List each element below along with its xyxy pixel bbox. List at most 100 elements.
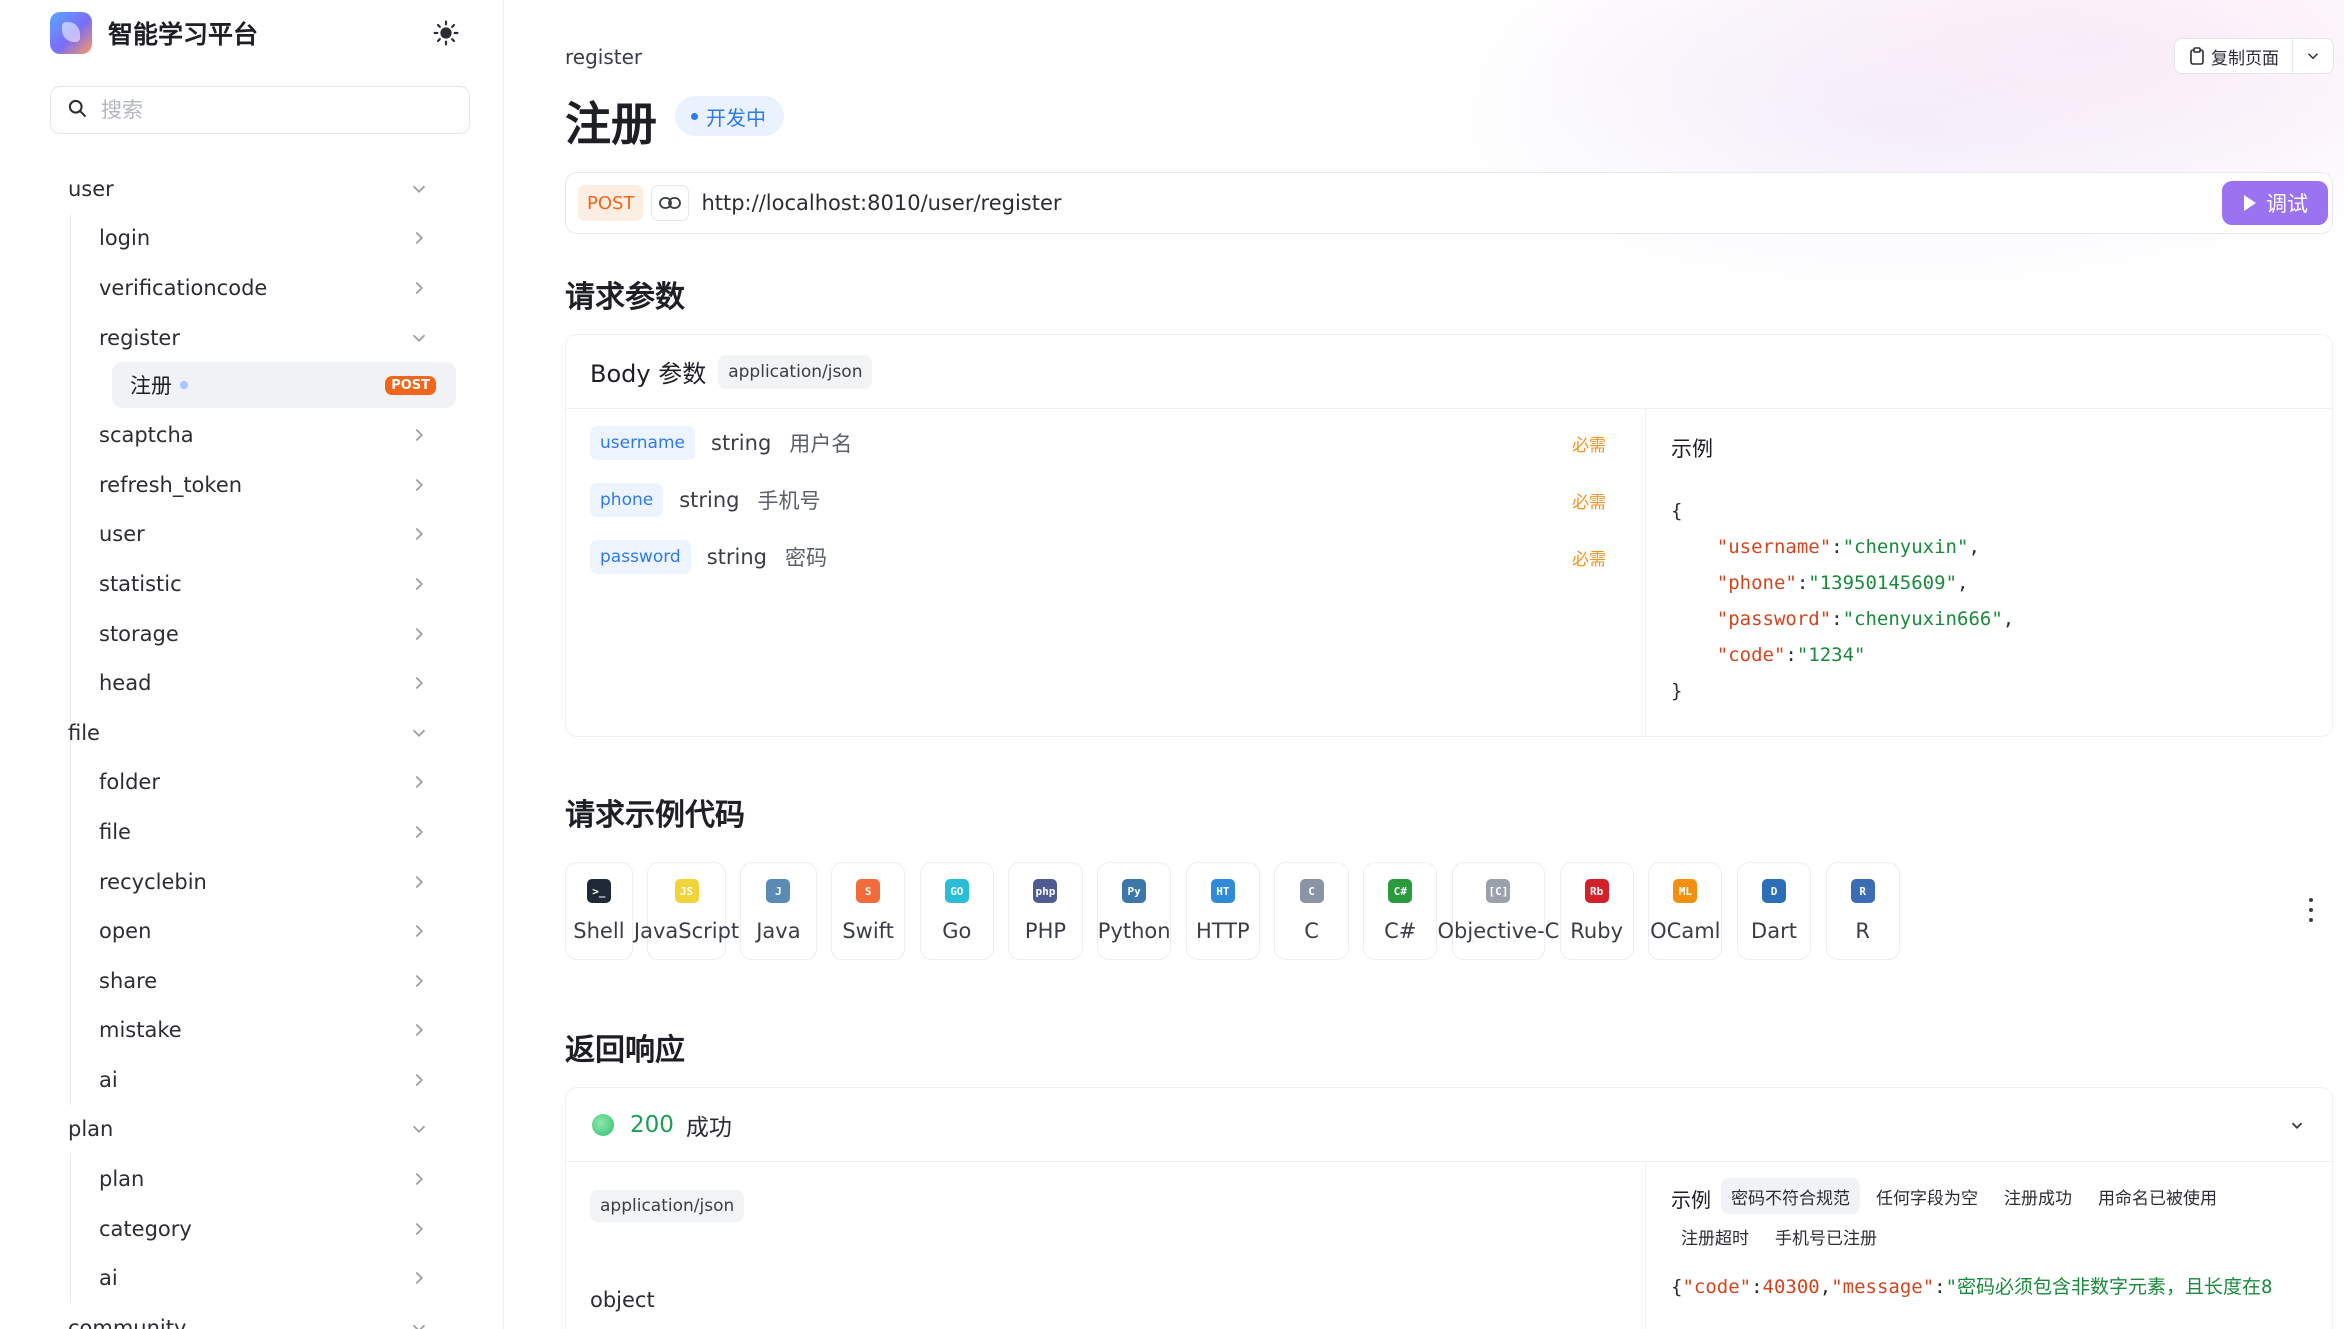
json-key: "username" bbox=[1716, 536, 1832, 558]
param-description: 用户名 bbox=[789, 432, 853, 456]
nav-item-label: user bbox=[99, 522, 145, 547]
copy-page-action[interactable]: 复制页面 bbox=[2175, 39, 2293, 73]
response-example-tabs: 示例 密码不符合规范 任何字段为空 注册成功 用命名已被使用 注册超时 手机号已… bbox=[1671, 1178, 2311, 1258]
theme-toggle-sun-icon[interactable] bbox=[430, 17, 462, 49]
body-params-title: Body 参数 bbox=[590, 360, 707, 388]
language-tab-c[interactable]: CC bbox=[1274, 862, 1349, 960]
brand[interactable]: 智能学习平台 bbox=[50, 12, 258, 54]
copy-page-menu-toggle[interactable] bbox=[2293, 47, 2333, 65]
chevron-down-icon[interactable] bbox=[2286, 1114, 2308, 1136]
param-required: 必需 bbox=[1572, 435, 1606, 456]
nav-item-refresh-token[interactable]: refresh_token bbox=[0, 460, 503, 510]
nav-item-share[interactable]: share bbox=[0, 956, 503, 1006]
nav-item-scaptcha[interactable]: scaptcha bbox=[0, 410, 503, 460]
nav-item-head[interactable]: head bbox=[0, 658, 503, 708]
language-tab-c[interactable]: C# C# bbox=[1363, 862, 1438, 960]
more-vertical-icon[interactable] bbox=[2305, 898, 2317, 922]
nav-item-storage[interactable]: storage bbox=[0, 609, 503, 659]
nav-item-category[interactable]: category bbox=[0, 1204, 503, 1254]
language-label: Shell bbox=[573, 919, 625, 943]
language-label: Swift bbox=[842, 919, 894, 943]
language-tab-php[interactable]: php PHP bbox=[1008, 862, 1083, 960]
nav-leaf-register-post[interactable]: 注册 POST bbox=[112, 362, 456, 409]
nav-item-open[interactable]: open bbox=[0, 906, 503, 956]
language-tab-ocaml[interactable]: ML OCaml bbox=[1648, 862, 1723, 960]
nav-group-label: user bbox=[68, 176, 114, 201]
nav-item-plan[interactable]: plan bbox=[0, 1154, 503, 1204]
debug-button[interactable]: 调试 bbox=[2222, 181, 2328, 225]
language-label: C bbox=[1304, 919, 1319, 943]
nav-leaf-label: 注册 bbox=[130, 374, 172, 399]
json-value: 40300 bbox=[1762, 1276, 1820, 1298]
language-tab-java[interactable]: J Java bbox=[740, 862, 817, 960]
nav-item-label: recyclebin bbox=[99, 869, 207, 894]
method-badge: POST bbox=[385, 376, 436, 396]
example-tab[interactable]: 密码不符合规范 bbox=[1721, 1178, 1860, 1214]
nav-item-mistake[interactable]: mistake bbox=[0, 1006, 503, 1056]
chevron-right-icon bbox=[415, 924, 424, 938]
example-tab[interactable]: 注册超时 bbox=[1671, 1218, 1759, 1254]
response-example: 示例 密码不符合规范 任何字段为空 注册成功 用命名已被使用 注册超时 手机号已… bbox=[1647, 1162, 2333, 1329]
language-tab-shell[interactable]: >_ Shell bbox=[565, 862, 633, 960]
response-header[interactable]: 200 成功 bbox=[566, 1088, 2332, 1162]
language-tab-dart[interactable]: D Dart bbox=[1736, 862, 1812, 960]
response-status-code: 200 bbox=[630, 1111, 674, 1138]
search-input[interactable] bbox=[101, 98, 431, 122]
language-label: JavaScript bbox=[633, 919, 740, 943]
nav-group-community[interactable]: community bbox=[0, 1303, 503, 1329]
nav-item-user[interactable]: user bbox=[0, 510, 503, 560]
debug-label: 调试 bbox=[2266, 192, 2308, 216]
param-description: 手机号 bbox=[757, 489, 821, 513]
chevron-right-icon bbox=[415, 429, 424, 442]
nav-item-verificationcode[interactable]: verificationcode bbox=[0, 263, 503, 313]
language-tab-go[interactable]: GO Go bbox=[919, 862, 994, 960]
ruby-icon: Rb bbox=[1584, 879, 1609, 903]
nav-group-file[interactable]: file bbox=[0, 708, 503, 758]
language-tab-python[interactable]: Py Python bbox=[1097, 862, 1172, 960]
request-url-bar: POST http://localhost:8010/user/register… bbox=[565, 172, 2333, 234]
nav-item-recyclebin[interactable]: recyclebin bbox=[0, 857, 503, 907]
nav-item-folder[interactable]: folder bbox=[0, 758, 503, 808]
nav-item-file[interactable]: file bbox=[0, 807, 503, 857]
nav-group-label: file bbox=[68, 720, 100, 745]
nav-item-label: ai bbox=[99, 1067, 118, 1092]
nav-item-ai[interactable]: ai bbox=[0, 1055, 503, 1105]
objective-c-icon: [C] bbox=[1486, 879, 1511, 903]
nav-item-label: storage bbox=[99, 621, 179, 646]
example-tab[interactable]: 用命名已被使用 bbox=[2088, 1178, 2227, 1214]
nav-item-label: folder bbox=[99, 770, 160, 795]
language-tab-swift[interactable]: S Swift bbox=[831, 862, 906, 960]
section-title-response: 返回响应 bbox=[565, 1033, 685, 1068]
link-icon[interactable] bbox=[651, 185, 690, 221]
language-tab-r[interactable]: RR bbox=[1825, 862, 1900, 960]
language-tab-http[interactable]: HT HTTP bbox=[1185, 862, 1260, 960]
request-example-code[interactable]: { "username":"chenyuxin", "phone":"13950… bbox=[1671, 493, 2309, 709]
nav-group-plan[interactable]: plan bbox=[0, 1105, 503, 1155]
status-badge[interactable]: 开发中 bbox=[675, 96, 784, 136]
language-tab-objective-c[interactable]: [C] Objective-C bbox=[1438, 862, 1559, 960]
api-tree: user login verificationcode register 注册 … bbox=[0, 164, 503, 1329]
nav-group-user[interactable]: user bbox=[0, 164, 503, 214]
param-list: username string 用户名 必需 phone string 手机号 … bbox=[566, 409, 1646, 737]
nav-item-statistic[interactable]: statistic bbox=[0, 559, 503, 609]
language-label: Objective-C bbox=[1437, 919, 1560, 943]
example-tab[interactable]: 任何字段为空 bbox=[1866, 1178, 1988, 1214]
nav-item-register[interactable]: register bbox=[0, 313, 503, 363]
search-box[interactable] bbox=[50, 86, 470, 134]
nav-item-ai[interactable]: ai bbox=[0, 1253, 503, 1303]
response-schema: application/json object bbox=[566, 1162, 1646, 1329]
nav-item-label: ai bbox=[99, 1266, 118, 1291]
language-label: Dart bbox=[1751, 919, 1797, 943]
copy-page-button[interactable]: 复制页面 bbox=[2174, 38, 2334, 74]
nav-item-label: file bbox=[99, 819, 131, 844]
language-tab-javascript[interactable]: JS JavaScript bbox=[634, 862, 739, 960]
request-url[interactable]: http://localhost:8010/user/register bbox=[701, 191, 1061, 215]
example-tab[interactable]: 手机号已注册 bbox=[1765, 1218, 1887, 1254]
example-tab[interactable]: 注册成功 bbox=[1994, 1178, 2082, 1214]
response-status-text: 成功 bbox=[685, 1114, 732, 1141]
response-example-code[interactable]: {"code":40300,"message":"密码必须包含非数字元素，且长度… bbox=[1671, 1272, 2321, 1299]
nav-item-label: verificationcode bbox=[99, 275, 268, 300]
json-value: "13950145609" bbox=[1808, 572, 1958, 594]
language-tab-ruby[interactable]: Rb Ruby bbox=[1559, 862, 1634, 960]
nav-item-login[interactable]: login bbox=[0, 214, 503, 264]
